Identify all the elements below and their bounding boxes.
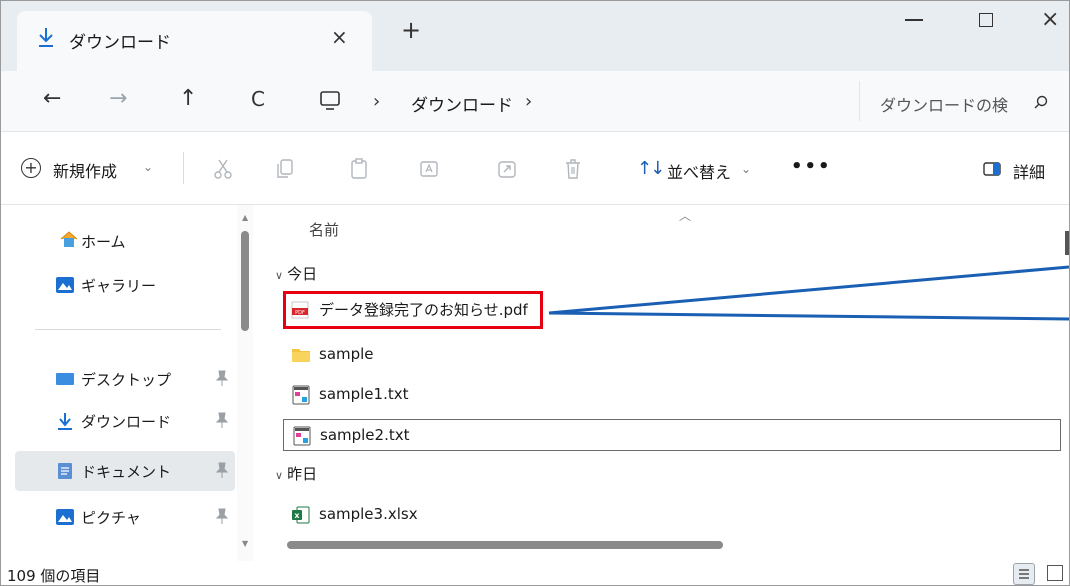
command-bar: + 新規作成 ⌄ ↑↓ 並べ替え ⌄ ••• 詳細 bbox=[1, 132, 1069, 205]
sidebar-item-pictures[interactable]: ピクチャ bbox=[15, 497, 235, 537]
breadcrumb-downloads[interactable]: ダウンロード bbox=[411, 91, 513, 116]
file-list: 名前 ︿ ∨ 今日 PDF データ登録完了のお知らせ.pdf sample sa… bbox=[253, 205, 1069, 561]
tiles-view-button[interactable] bbox=[1047, 565, 1063, 581]
excel-icon: x bbox=[292, 506, 310, 524]
horizontal-scrollbar-thumb[interactable] bbox=[287, 541, 723, 549]
sidebar-item-label: ダウンロード bbox=[81, 413, 172, 431]
sidebar-item-desktop[interactable]: デスクトップ bbox=[15, 359, 235, 399]
pin-icon[interactable] bbox=[215, 461, 229, 479]
pin-icon[interactable] bbox=[215, 411, 229, 429]
desktop-icon bbox=[56, 373, 74, 385]
scroll-down-arrow-icon[interactable]: ▼ bbox=[242, 539, 248, 548]
navigation-bar: ← → ↑ C › ダウンロード › ダウンロードの検 bbox=[1, 71, 1069, 132]
list-view-icon bbox=[1019, 569, 1029, 579]
group-header-yesterday[interactable]: ∨ 昨日 bbox=[275, 463, 317, 484]
sidebar-item-label: ギャラリー bbox=[81, 277, 157, 295]
refresh-button[interactable]: C bbox=[251, 87, 265, 111]
forward-button[interactable]: → bbox=[109, 87, 127, 111]
download-icon bbox=[39, 28, 53, 47]
home-icon bbox=[60, 231, 78, 247]
text-file-icon bbox=[292, 385, 310, 405]
text-file-icon bbox=[293, 426, 311, 446]
minimize-button[interactable] bbox=[905, 19, 923, 21]
item-count: 109 個の項目 bbox=[7, 567, 101, 585]
chevron-down-icon: ⌄ bbox=[741, 162, 752, 176]
documents-icon bbox=[58, 463, 72, 479]
navigation-pane: ホーム ギャラリー デスクトップ ダウンロード ドキュメント ピクチャ ▲ ▼ bbox=[1, 205, 253, 561]
svg-text:x: x bbox=[294, 511, 300, 520]
sort-icon: ↑↓ bbox=[637, 158, 665, 179]
file-name: sample3.xlsx bbox=[319, 505, 418, 523]
pc-icon[interactable] bbox=[319, 89, 341, 111]
divider bbox=[183, 152, 184, 184]
search-box[interactable]: ダウンロードの検 bbox=[859, 81, 1069, 121]
up-button[interactable]: ↑ bbox=[179, 87, 197, 111]
sidebar-item-label: デスクトップ bbox=[81, 371, 172, 389]
chevron-down-icon: ∨ bbox=[275, 469, 284, 482]
rename-icon[interactable] bbox=[419, 158, 439, 180]
close-window-button[interactable]: × bbox=[1041, 7, 1059, 32]
file-row-xlsx[interactable]: x sample3.xlsx bbox=[283, 499, 1061, 531]
sidebar-item-documents[interactable]: ドキュメント bbox=[15, 451, 235, 491]
sort-label: 並べ替え bbox=[667, 163, 732, 182]
share-icon[interactable] bbox=[497, 158, 517, 180]
file-explorer-window: ダウンロード × + × ← → ↑ C › ダウンロード › ダウンロードの検 bbox=[0, 0, 1070, 586]
scrollbar-thumb[interactable] bbox=[241, 231, 249, 331]
divider bbox=[35, 329, 221, 330]
tab-close-button[interactable]: × bbox=[331, 25, 348, 49]
search-placeholder: ダウンロードの検 bbox=[880, 96, 1009, 115]
file-row-folder[interactable]: sample bbox=[283, 339, 1061, 371]
column-resize-handle[interactable] bbox=[1065, 231, 1069, 255]
download-icon bbox=[58, 413, 72, 430]
new-tab-button[interactable]: + bbox=[401, 18, 421, 42]
chevron-down-icon: ⌄ bbox=[143, 160, 154, 174]
new-button-label: 新規作成 bbox=[53, 162, 118, 181]
tab-title: ダウンロード bbox=[69, 33, 171, 53]
sidebar-item-downloads[interactable]: ダウンロード bbox=[15, 401, 235, 441]
highlight-box bbox=[283, 291, 543, 329]
sidebar-item-label: ホーム bbox=[81, 233, 126, 251]
copy-icon[interactable] bbox=[275, 158, 295, 180]
maximize-button[interactable] bbox=[979, 13, 993, 27]
chevron-down-icon: ∨ bbox=[275, 269, 284, 282]
folder-icon bbox=[292, 349, 310, 362]
pictures-icon bbox=[56, 509, 74, 525]
more-options-button[interactable]: ••• bbox=[791, 156, 832, 177]
sidebar-item-home[interactable]: ホーム bbox=[15, 221, 235, 261]
details-button[interactable]: 詳細 bbox=[1013, 159, 1045, 183]
file-name: sample2.txt bbox=[320, 426, 410, 444]
sidebar-item-label: ドキュメント bbox=[81, 463, 172, 481]
scroll-up-arrow-icon[interactable]: ▲ bbox=[242, 213, 248, 222]
group-header-today[interactable]: ∨ 今日 bbox=[275, 263, 317, 284]
column-header-name[interactable]: 名前 bbox=[309, 219, 339, 240]
pin-icon[interactable] bbox=[215, 369, 229, 387]
breadcrumb-separator[interactable]: › bbox=[373, 91, 380, 112]
delete-icon[interactable] bbox=[563, 158, 583, 180]
group-label: 昨日 bbox=[287, 465, 318, 483]
tab-downloads[interactable]: ダウンロード × bbox=[17, 11, 372, 71]
paste-icon[interactable] bbox=[349, 158, 369, 180]
cut-icon[interactable] bbox=[213, 158, 233, 180]
group-label: 今日 bbox=[287, 265, 318, 283]
sort-caret-icon: ︿ bbox=[679, 209, 692, 223]
back-button[interactable]: ← bbox=[43, 87, 61, 111]
file-name: sample bbox=[319, 345, 374, 363]
details-view-button[interactable] bbox=[1013, 563, 1035, 585]
pin-icon[interactable] bbox=[215, 507, 229, 525]
sidebar-item-label: ピクチャ bbox=[81, 509, 141, 527]
breadcrumb-separator[interactable]: › bbox=[525, 91, 532, 112]
status-bar: 109 個の項目 bbox=[1, 561, 1069, 585]
sidebar-item-gallery[interactable]: ギャラリー bbox=[15, 265, 235, 305]
plus-icon: + bbox=[21, 158, 41, 178]
details-pane-icon[interactable] bbox=[983, 162, 1001, 176]
file-name: sample1.txt bbox=[319, 385, 409, 403]
file-row-txt[interactable]: sample1.txt bbox=[283, 379, 1061, 411]
search-icon[interactable] bbox=[1034, 95, 1048, 109]
file-row-txt-focused[interactable]: sample2.txt bbox=[283, 419, 1061, 451]
title-bar: ダウンロード × + × bbox=[1, 1, 1069, 71]
gallery-icon bbox=[56, 277, 74, 293]
sidebar-scrollbar[interactable]: ▲ ▼ bbox=[237, 205, 253, 561]
